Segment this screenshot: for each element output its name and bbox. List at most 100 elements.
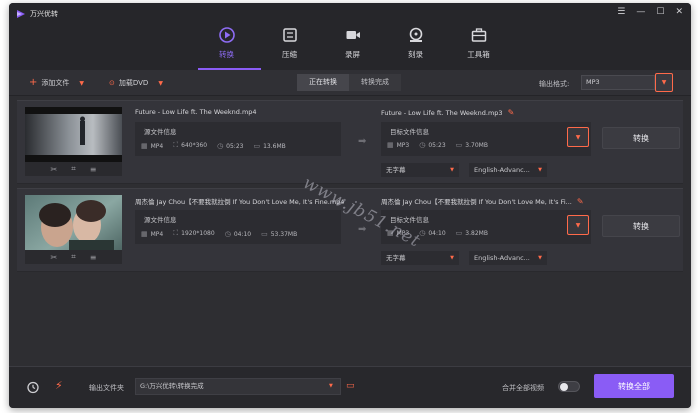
maximize-icon[interactable]: ☐	[656, 7, 664, 17]
tab-burn[interactable]: 刻录	[384, 23, 447, 70]
status-tabs: 正在转换 转换完成	[297, 74, 401, 91]
load-dvd-button[interactable]: ⊙ 加载DVD ▼	[109, 78, 163, 88]
source-info-title: 源文件信息	[144, 216, 177, 224]
edit-icon[interactable]: ✎	[508, 108, 515, 117]
output-format-select[interactable]: MP3	[581, 75, 655, 90]
film-icon: ▦	[141, 229, 148, 238]
plus-icon: +	[29, 77, 38, 88]
folder-icon: ▭	[455, 229, 463, 237]
video-thumbnail[interactable]	[25, 107, 122, 162]
logo-icon	[17, 10, 25, 18]
settings-sliders-icon[interactable]: ≡	[90, 165, 97, 174]
convert-button[interactable]: 转换	[602, 215, 680, 237]
scissors-icon[interactable]: ✂	[51, 165, 58, 174]
target-size: 3.70MB	[465, 142, 488, 149]
clock-icon: ◷	[217, 141, 224, 150]
tab-burn-label: 刻录	[408, 50, 423, 59]
source-size: 53.37MB	[270, 230, 298, 238]
close-icon[interactable]: ✕	[675, 7, 683, 17]
tab-converting[interactable]: 正在转换	[297, 74, 349, 91]
audio-track-select[interactable]: English-Advanc... ▼	[469, 251, 547, 265]
merge-videos-label: 合并全部视频	[502, 384, 544, 392]
source-resolution: 1920*1080	[181, 230, 215, 237]
chevron-down-icon[interactable]: ▼	[79, 80, 84, 87]
tab-convert[interactable]: 转换	[195, 23, 258, 70]
chevron-down-icon: ▼	[575, 221, 581, 229]
tab-record[interactable]: 录屏	[321, 23, 384, 70]
tab-toolbox-label: 工具箱	[467, 50, 490, 59]
add-files-button[interactable]: + 添加文件 ▼	[29, 78, 84, 88]
music-icon: ▦	[387, 141, 394, 149]
clock-icon: ◷	[419, 141, 426, 149]
thumbnail-image	[25, 195, 122, 250]
convert-button[interactable]: 转换	[602, 127, 680, 149]
source-duration: 05:23	[226, 142, 244, 150]
app-window: 万兴优转 ☰ — ☐ ✕ 转换 压缩 录屏 刻录 工具箱 + 添加文件 ▼ ⊙ …	[9, 3, 691, 408]
target-duration: 04:10	[428, 230, 446, 237]
tab-toolbox[interactable]: 工具箱	[447, 23, 510, 70]
thumbnail-image	[25, 107, 122, 162]
subtitle-select[interactable]: 无字幕 ▼	[381, 251, 459, 265]
target-settings-button[interactable]: ▼	[567, 127, 589, 147]
audio-track-select[interactable]: English-Advanc... ▼	[469, 163, 547, 177]
target-filename: 周杰倫 Jay Chou【不要我就拉倒 If You Don't Love Me…	[381, 198, 572, 206]
target-info-title: 目标文件信息	[390, 128, 429, 136]
app-name: 万兴优转	[30, 10, 58, 18]
chevron-down-icon: ▼	[538, 167, 542, 173]
open-folder-icon[interactable]: ▭	[346, 381, 355, 391]
tab-done[interactable]: 转换完成	[349, 74, 401, 91]
toolbar: + 添加文件 ▼ ⊙ 加载DVD ▼ 正在转换 转换完成 输出格式: MP3 ▼	[9, 70, 691, 96]
chevron-down-icon: ▼	[538, 255, 542, 261]
tab-record-label: 录屏	[345, 50, 360, 59]
chevron-down-icon: ▼	[575, 133, 581, 141]
alarm-clock-icon[interactable]	[26, 380, 40, 394]
folder-icon: ▭	[253, 141, 261, 150]
target-size: 3.82MB	[465, 230, 488, 237]
load-dvd-label: 加载DVD	[118, 79, 149, 87]
scissors-icon[interactable]: ✂	[51, 253, 58, 262]
minimize-icon[interactable]: —	[636, 7, 645, 17]
convert-all-button[interactable]: 转换全部	[594, 374, 674, 398]
crop-icon[interactable]: ⌗	[71, 164, 76, 174]
audio-track-value: English-Advanc...	[474, 254, 530, 262]
source-format: MP4	[150, 142, 164, 150]
settings-sliders-icon[interactable]: ≡	[90, 253, 97, 262]
source-info: ▦ MP4 ⛶ 640*360 ◷ 05:23 ▭ 13.6MB	[141, 141, 286, 150]
chevron-down-icon[interactable]: ▼	[329, 383, 333, 389]
merge-videos-toggle[interactable]	[558, 381, 580, 392]
subtitle-select[interactable]: 无字幕 ▼	[381, 163, 459, 177]
edit-icon[interactable]: ✎	[577, 197, 584, 206]
thumbnail-tools: ✂ ⌗ ≡	[25, 162, 122, 176]
tab-compress-label: 压缩	[282, 50, 297, 59]
tab-convert-label: 转换	[219, 50, 234, 59]
folder-icon: ▭	[455, 141, 463, 149]
folder-icon: ▭	[261, 229, 268, 238]
output-folder-path[interactable]: G:\万兴优转\转换完成	[135, 378, 341, 395]
record-icon	[346, 31, 360, 39]
crop-icon[interactable]: ⌗	[71, 252, 76, 262]
chevron-down-icon[interactable]: ▼	[158, 80, 163, 87]
tab-compress[interactable]: 压缩	[258, 23, 321, 70]
target-filename: Future - Low Life ft. The Weeknd.mp3	[381, 108, 503, 117]
add-files-label: 添加文件	[41, 79, 70, 87]
lightning-icon[interactable]: ⚡	[55, 379, 63, 392]
output-format-dropdown-button[interactable]: ▼	[655, 73, 673, 92]
app-logo: 万兴优转	[16, 9, 58, 19]
target-info-box: 目标文件信息 ▦ MP3 ◷ 05:23 ▭ 3.70MB	[381, 122, 591, 156]
source-filename: Future - Low Life ft. The Weeknd.mp4	[135, 108, 257, 116]
convert-icon	[218, 27, 235, 43]
file-row: ✂ ⌗ ≡ Future - Low Life ft. The Weeknd.m…	[17, 100, 683, 184]
target-duration: 05:23	[428, 142, 446, 149]
header: 万兴优转 ☰ — ☐ ✕ 转换 压缩 录屏 刻录 工具箱	[9, 3, 691, 70]
target-settings-button[interactable]: ▼	[567, 215, 589, 235]
film-icon: ▦	[141, 141, 148, 150]
arrow-right-icon: ➡	[358, 136, 367, 147]
resolution-icon: ⛶	[173, 229, 179, 237]
target-filename-wrap: Future - Low Life ft. The Weeknd.mp3 ✎	[381, 108, 514, 117]
menu-icon[interactable]: ☰	[617, 7, 625, 17]
output-format-label: 输出格式:	[539, 80, 570, 88]
video-thumbnail[interactable]	[25, 195, 122, 250]
chevron-down-icon: ▼	[450, 167, 454, 173]
target-filename-wrap: 周杰倫 Jay Chou【不要我就拉倒 If You Don't Love Me…	[381, 196, 584, 207]
resolution-icon: ⛶	[173, 141, 179, 149]
